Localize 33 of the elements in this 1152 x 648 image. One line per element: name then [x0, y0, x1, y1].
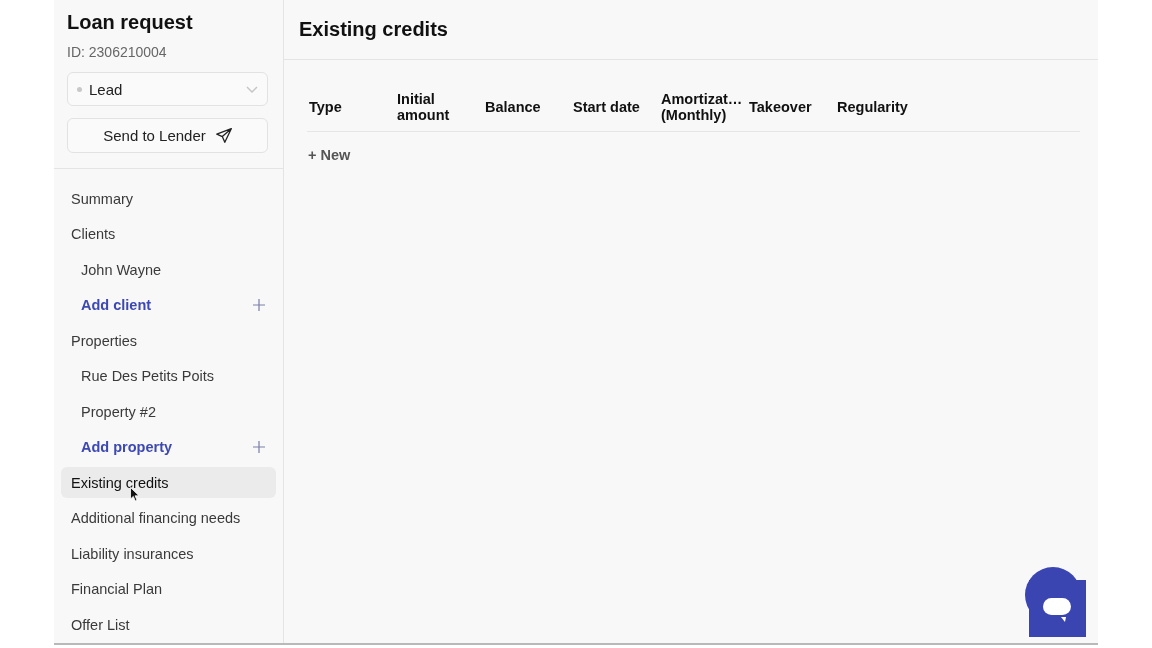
request-id: ID: 2306210004	[67, 43, 168, 61]
paper-plane-icon	[215, 128, 232, 143]
plus-icon[interactable]	[253, 441, 265, 453]
cursor-icon	[130, 487, 140, 502]
nav-item[interactable]: Additional financing needs	[61, 502, 276, 534]
column-header: Initial amount	[397, 91, 450, 124]
nav-item[interactable]: Summary	[61, 183, 276, 214]
nav-item[interactable]: John Wayne	[61, 254, 276, 285]
nav-item[interactable]: Property #2	[61, 396, 276, 427]
column-header: Regularity	[837, 99, 908, 116]
nav-item[interactable]: Existing credits	[61, 467, 276, 498]
status-dropdown[interactable]: Lead	[67, 72, 268, 106]
nav-item[interactable]: Offer List	[61, 609, 276, 640]
chat-button[interactable]	[1025, 567, 1087, 637]
new-link[interactable]: + New	[308, 146, 351, 163]
column-header: Takeover	[749, 99, 812, 116]
nav-item[interactable]: Financial Plan	[61, 573, 276, 605]
column-header: Balance	[485, 99, 541, 116]
nav-item[interactable]: Clients	[61, 218, 276, 250]
page-title: Loan request	[67, 10, 194, 34]
send-button[interactable]: Send to Lender	[67, 118, 268, 153]
section-title: Existing credits	[299, 18, 448, 41]
nav-item[interactable]: Rue Des Petits Poits	[61, 360, 276, 392]
plus-icon[interactable]	[253, 299, 265, 311]
add-link[interactable]: Add property	[61, 431, 276, 463]
column-header: Amortizat… (Monthly)	[661, 91, 743, 124]
nav-item[interactable]: Properties	[61, 325, 276, 356]
nav-item[interactable]: Liability insurances	[61, 538, 276, 569]
add-link[interactable]: Add client	[61, 289, 276, 321]
chat-bubble-icon	[1025, 567, 1087, 637]
column-header: Start date	[573, 99, 640, 116]
column-header: Type	[309, 99, 342, 116]
chevron-down-icon	[246, 85, 258, 93]
